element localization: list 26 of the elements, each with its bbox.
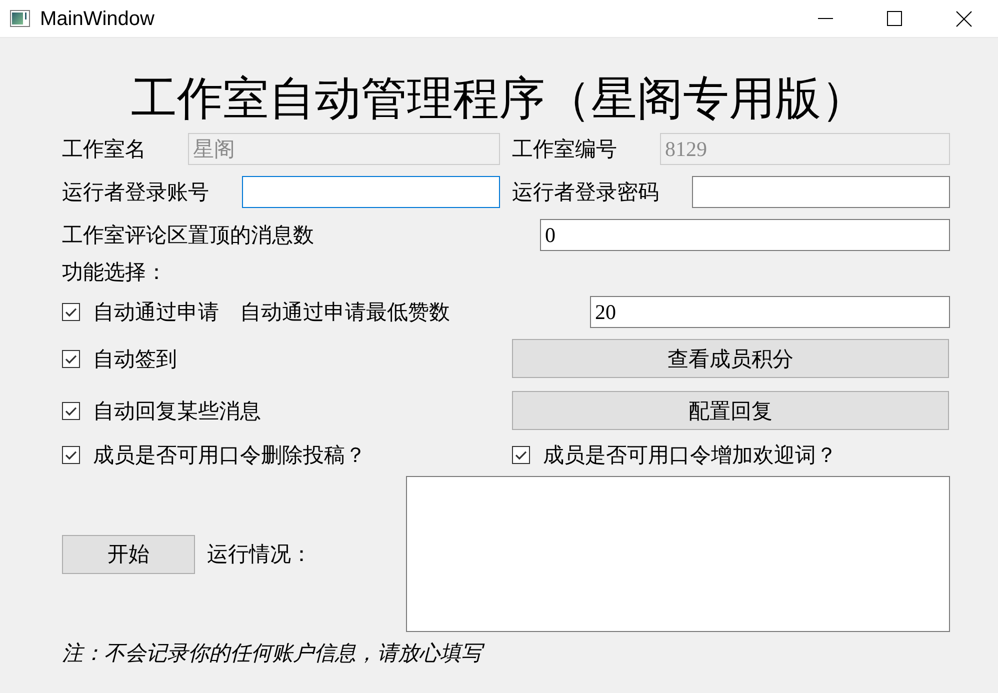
field-label: 工作室名 <box>62 136 146 162</box>
configure-reply-button[interactable]: 配置回复 <box>512 391 949 430</box>
field-label: 运行者登录密码 <box>512 179 659 205</box>
start-button[interactable]: 开始 <box>62 534 195 574</box>
window-title: MainWindow <box>40 6 154 30</box>
minimize-icon <box>818 18 833 19</box>
checkbox[interactable]: 成员是否可用口令删除投稿？ <box>62 442 366 468</box>
status-label: 运行情况： <box>207 541 312 567</box>
text-field[interactable] <box>692 176 950 208</box>
text-field[interactable] <box>242 176 500 208</box>
checkbox[interactable]: 自动回复某些消息 <box>62 398 261 424</box>
section-label: 功能选择： <box>62 259 167 285</box>
field-label: 工作室编号 <box>512 136 617 162</box>
heading-title: 工作室自动管理程序（星阁专用版） <box>131 72 867 126</box>
app-icon <box>10 10 30 27</box>
checkbox[interactable]: 自动签到 <box>62 346 177 372</box>
field-label: 运行者登录账号 <box>62 179 209 205</box>
checkbox[interactable]: 自动通过申请 <box>62 299 219 325</box>
maximize-icon <box>887 11 902 26</box>
text-field[interactable]: 20 <box>590 296 950 328</box>
checkbox[interactable]: 成员是否可用口令增加欢迎词？ <box>512 442 837 468</box>
field-label: 自动通过申请最低赞数 <box>240 299 450 325</box>
field-label: 工作室评论区置顶的消息数 <box>62 222 314 248</box>
view-points-button[interactable]: 查看成员积分 <box>512 339 949 378</box>
text-field[interactable]: 0 <box>540 219 950 251</box>
close-icon <box>956 10 972 26</box>
